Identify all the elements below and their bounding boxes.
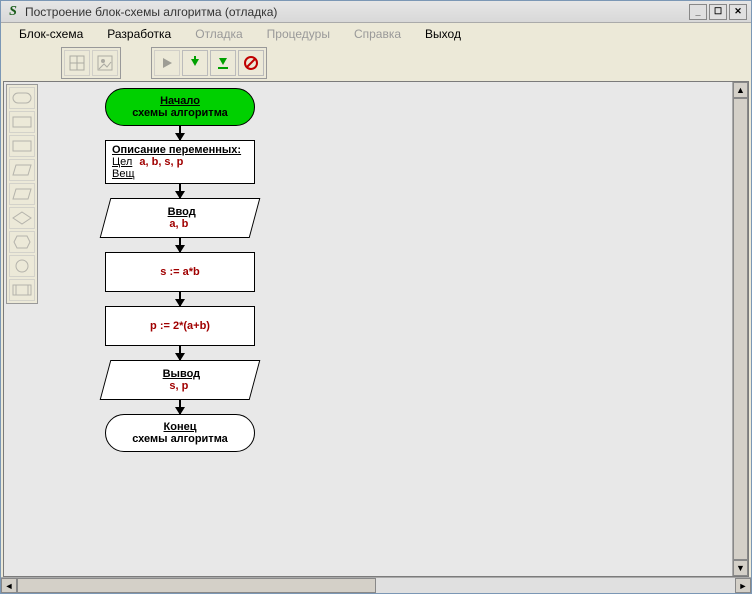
node-proc-1[interactable]: s := a*b (50, 252, 310, 292)
node-input[interactable]: Ввод a, b (50, 198, 310, 238)
io-icon (12, 188, 32, 200)
maximize-button[interactable]: ☐ (709, 4, 727, 20)
scroll-up-button[interactable]: ▲ (733, 82, 748, 98)
shape-palette (6, 84, 38, 304)
palette-io-2 (9, 183, 35, 205)
close-button[interactable]: ✕ (729, 4, 747, 20)
scroll-right-button[interactable]: ► (735, 578, 751, 593)
proc1-expr: s := a*b (160, 266, 199, 278)
palette-process (9, 111, 35, 133)
stop-icon (243, 55, 259, 71)
end-label-1: Конец (164, 421, 197, 433)
toolbar-group-run (151, 47, 267, 79)
decl-int-vars: a, b, s, p (139, 156, 183, 168)
start-label-2: схемы алгоритма (132, 107, 228, 119)
end-label-2: схемы алгоритма (132, 433, 228, 445)
process-icon (12, 140, 32, 152)
toolbar-step-to-line-button[interactable] (210, 50, 236, 76)
play-icon (160, 56, 174, 70)
connector (179, 346, 181, 360)
process-icon (12, 116, 32, 128)
decl-real-label: Вещ (112, 168, 135, 180)
decl-header: Описание переменных: (112, 144, 248, 156)
proc2-expr: p := 2*(a+b) (150, 320, 210, 332)
flowchart: Начало схемы алгоритма Описание переменн… (50, 88, 310, 452)
workspace: Начало схемы алгоритма Описание переменн… (3, 81, 749, 577)
menu-development[interactable]: Разработка (97, 25, 181, 43)
connector (179, 238, 181, 252)
grid-icon (69, 55, 85, 71)
scroll-thumb[interactable] (733, 98, 748, 560)
app-icon: S (5, 4, 21, 20)
scroll-left-button[interactable]: ◄ (1, 578, 17, 593)
window-title: Построение блок-схемы алгоритма (отладка… (25, 5, 689, 19)
circle-icon (15, 259, 29, 273)
menu-help: Справка (344, 25, 411, 43)
toolbar-stop-button[interactable] (238, 50, 264, 76)
node-output[interactable]: Вывод s, p (50, 360, 310, 400)
connector (179, 292, 181, 306)
window-titlebar: S Построение блок-схемы алгоритма (отлад… (1, 1, 751, 23)
input-label: Ввод (168, 206, 196, 218)
toolbar-picture-button (92, 50, 118, 76)
terminator-icon (12, 92, 32, 104)
node-declarations[interactable]: Описание переменных: Цел a, b, s, p Вещ (50, 140, 310, 184)
palette-loop (9, 231, 35, 253)
node-start[interactable]: Начало схемы алгоритма (50, 88, 310, 126)
palette-process-2 (9, 135, 35, 157)
loop-icon (13, 235, 31, 249)
output-vars: s, p (169, 380, 188, 392)
toolbar-group-edit (61, 47, 121, 79)
connector (179, 184, 181, 198)
decl-int-label: Цел (112, 156, 132, 168)
minimize-button[interactable]: _ (689, 4, 707, 20)
io-icon (12, 164, 32, 176)
decision-icon (12, 211, 32, 225)
canvas[interactable]: Начало схемы алгоритма Описание переменн… (40, 82, 734, 576)
step-down-icon (188, 56, 202, 70)
connector (179, 126, 181, 140)
palette-subroutine (9, 279, 35, 301)
toolbar-grid-button (64, 50, 90, 76)
scroll-down-button[interactable]: ▼ (733, 560, 748, 576)
palette-io (9, 159, 35, 181)
subroutine-icon (12, 284, 32, 296)
picture-icon (97, 55, 113, 71)
scroll-track[interactable] (17, 578, 735, 593)
node-end[interactable]: Конец схемы алгоритма (50, 414, 310, 452)
palette-terminator (9, 87, 35, 109)
menu-bar: Блок-схема Разработка Отладка Процедуры … (1, 23, 751, 45)
step-to-line-icon (216, 56, 230, 70)
vertical-scrollbar[interactable]: ▲ ▼ (732, 82, 748, 576)
palette-decision (9, 207, 35, 229)
input-vars: a, b (169, 218, 188, 230)
toolbar-step-down-button[interactable] (182, 50, 208, 76)
menu-debug: Отладка (185, 25, 252, 43)
menu-procedures: Процедуры (257, 25, 340, 43)
menu-block-scheme[interactable]: Блок-схема (9, 25, 93, 43)
scroll-track[interactable] (733, 98, 748, 560)
toolbar-play-button (154, 50, 180, 76)
start-label-1: Начало (160, 95, 200, 107)
menu-exit[interactable]: Выход (415, 25, 471, 43)
connector (179, 400, 181, 414)
output-label: Вывод (163, 368, 201, 380)
scroll-thumb[interactable] (17, 578, 376, 593)
palette-connector (9, 255, 35, 277)
toolbar (1, 45, 751, 81)
node-proc-2[interactable]: p := 2*(a+b) (50, 306, 310, 346)
horizontal-scrollbar[interactable]: ◄ ► (1, 577, 751, 593)
